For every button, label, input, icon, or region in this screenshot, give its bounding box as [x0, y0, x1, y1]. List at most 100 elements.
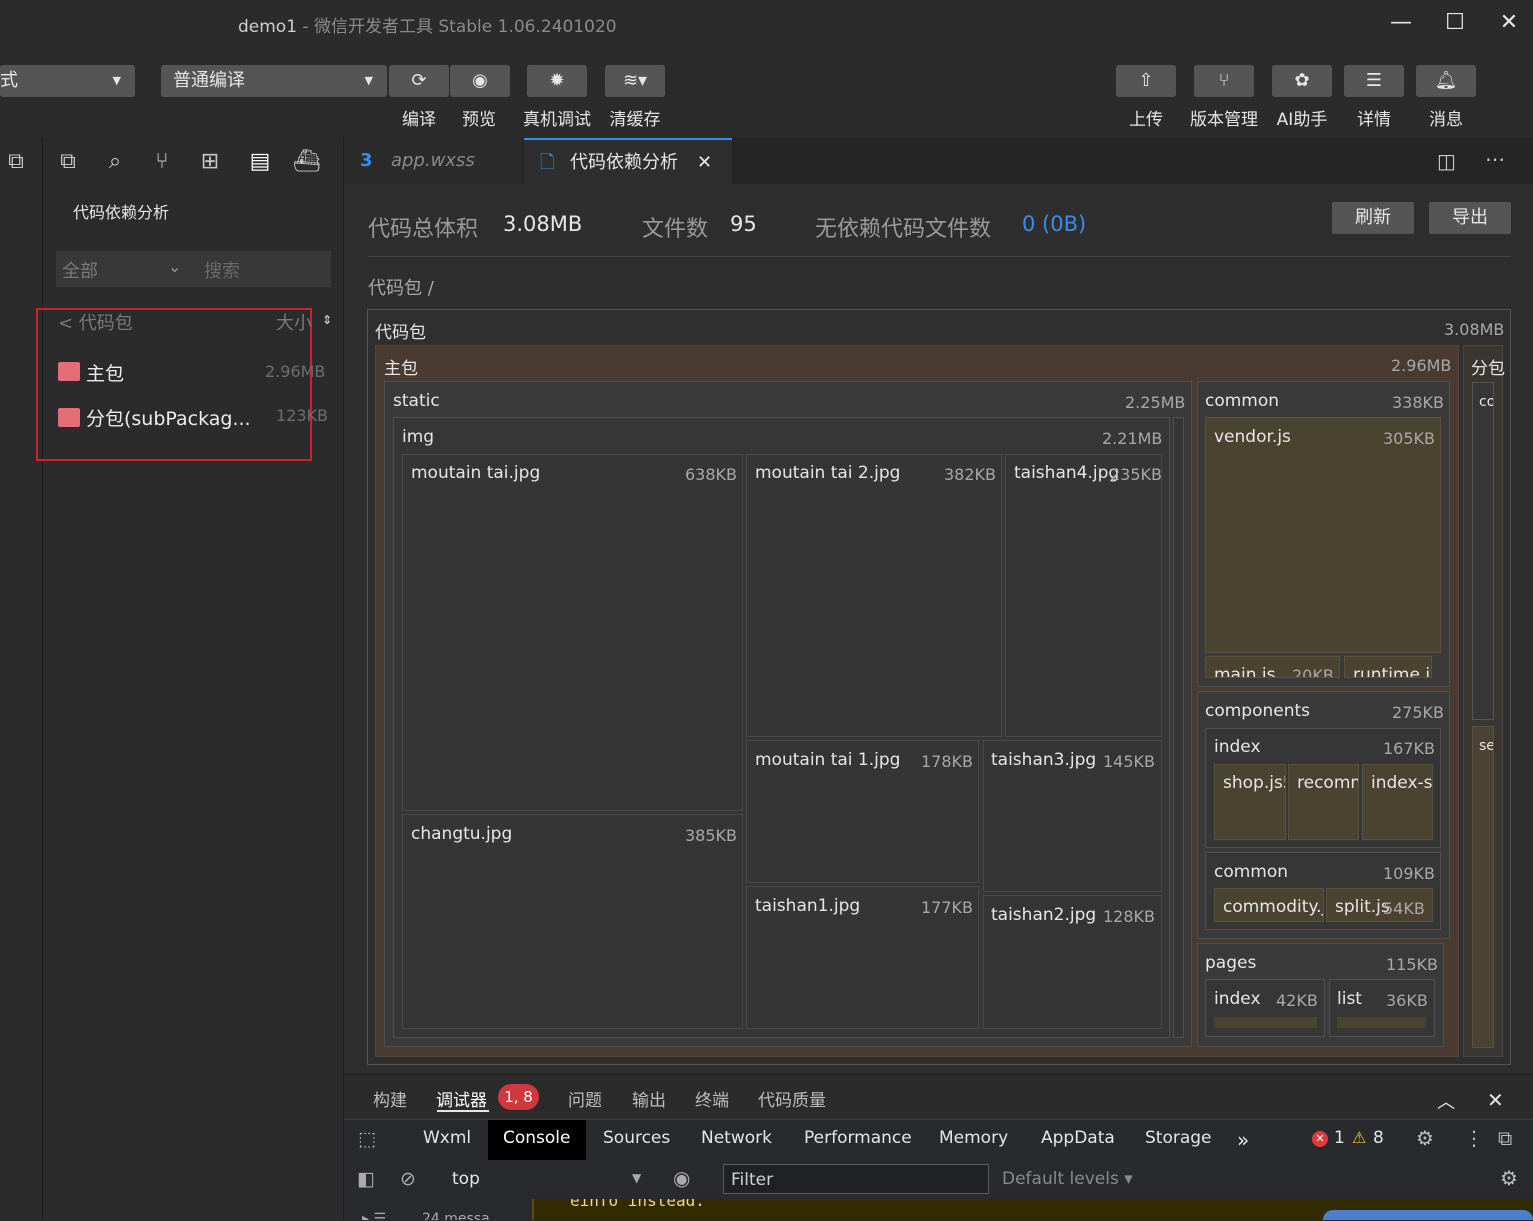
console-settings-icon[interactable]: ⚙	[1500, 1166, 1518, 1190]
upload-label[interactable]: 上传	[1111, 105, 1181, 130]
clear-console-icon[interactable]: ⊘	[400, 1168, 416, 1190]
analysis-icon[interactable]: ▤	[246, 148, 274, 176]
ai-label[interactable]: AI助手	[1267, 105, 1337, 130]
pages-list-size: 36KB	[1386, 991, 1428, 1010]
close-panel-icon[interactable]: ✕	[1487, 1088, 1504, 1112]
export-button[interactable]: 导出	[1429, 202, 1511, 234]
details-button[interactable]: ☰	[1344, 65, 1404, 97]
window-icon[interactable]: ⧉	[2, 148, 30, 176]
messages-label[interactable]: 消息	[1411, 105, 1481, 130]
floating-button[interactable]	[1323, 1210, 1533, 1220]
static-other[interactable]	[1173, 417, 1184, 1038]
file-size: 178KB	[921, 752, 974, 771]
tab-app-wxss[interactable]: 3 app.wxss	[344, 138, 522, 184]
tab-storage[interactable]: Storage	[1145, 1128, 1212, 1148]
chevron-up-icon[interactable]: ︿	[1437, 1088, 1455, 1114]
tab-output[interactable]: 输出	[632, 1086, 666, 1111]
file-moutain-tai[interactable]	[402, 454, 743, 811]
messages-button[interactable]: 🔔︎	[1416, 65, 1476, 97]
files-icon[interactable]: ⧉	[54, 148, 82, 176]
search-icon[interactable]: ⌕	[101, 148, 129, 176]
file-index-sv[interactable]: index-sv	[1362, 764, 1433, 840]
split-editor-icon[interactable]: ◫	[1437, 149, 1456, 173]
list-header-back[interactable]: < 代码包	[58, 309, 133, 335]
clear-cache-button[interactable]: ≋▾	[605, 65, 665, 97]
tab-terminal[interactable]: 终端	[695, 1086, 729, 1111]
tab-wxml[interactable]: Wxml	[423, 1128, 471, 1148]
warning-count[interactable]: 8	[1373, 1128, 1384, 1148]
filter-select[interactable]: 全部	[62, 257, 98, 283]
search-input[interactable]: 搜索	[204, 257, 240, 283]
compile-select[interactable]: 普通编译 ▼	[161, 65, 387, 97]
file-changtu[interactable]	[402, 814, 743, 1029]
tab-appdata[interactable]: AppData	[1041, 1128, 1115, 1148]
tab-network[interactable]: Network	[701, 1128, 772, 1148]
file-runtime-js[interactable]: runtime.js	[1344, 656, 1432, 678]
file-split-js[interactable]: split.js 54KB	[1326, 888, 1433, 922]
remote-debug-label[interactable]: 真机调试	[517, 105, 597, 130]
extensions-icon[interactable]: ⊞	[196, 148, 224, 176]
chevron-down-icon: ▼	[364, 74, 373, 87]
details-label[interactable]: 详情	[1339, 105, 1409, 130]
close-icon[interactable]: ✕	[1494, 8, 1524, 38]
list-item-sub-label[interactable]: 分包(subPackag...	[86, 404, 251, 431]
ai-button[interactable]: ✿	[1272, 65, 1332, 97]
tab-console[interactable]: Console	[503, 1128, 571, 1148]
pages-index-size: 42KB	[1276, 991, 1318, 1010]
context-select[interactable]: top	[452, 1169, 480, 1189]
folder-icon	[58, 362, 80, 381]
file-taishan4[interactable]	[1005, 454, 1162, 737]
inspect-icon[interactable]: ⬚	[358, 1128, 376, 1150]
compile-button[interactable]: ⟳	[389, 65, 449, 97]
tab-problems[interactable]: 问题	[568, 1086, 602, 1111]
file-recomm[interactable]: recomm	[1288, 764, 1359, 840]
sort-icon[interactable]: ⇕	[322, 313, 332, 327]
error-count[interactable]: 1	[1334, 1128, 1345, 1148]
more-tabs-icon[interactable]: »	[1237, 1128, 1249, 1152]
file-main-js[interactable]: main.js 20KB	[1205, 656, 1340, 678]
minimize-icon[interactable]: —	[1386, 8, 1416, 38]
list-header-sort[interactable]: 大小	[276, 309, 312, 335]
preview-label[interactable]: 预览	[444, 105, 514, 130]
git-icon[interactable]: ⑂	[148, 148, 176, 176]
file-vendor-js[interactable]	[1205, 417, 1441, 653]
preview-button[interactable]: ◉	[450, 65, 510, 97]
tab-sources[interactable]: Sources	[603, 1128, 670, 1148]
undock-icon[interactable]: ⧉	[1498, 1126, 1512, 1150]
upload-icon: ⇧	[1138, 70, 1154, 91]
remote-debug-button[interactable]: ✹	[527, 65, 587, 97]
docker-icon[interactable]: ⛴︎	[293, 148, 321, 176]
refresh-button[interactable]: 刷新	[1332, 202, 1414, 234]
tab-memory[interactable]: Memory	[939, 1128, 1008, 1148]
more-icon[interactable]: ⋯	[1485, 147, 1505, 171]
file-shop-js[interactable]: shop.js5	[1214, 764, 1286, 840]
tab-code-quality[interactable]: 代码质量	[758, 1086, 826, 1111]
chevron-down-icon[interactable]: ▼	[632, 1171, 641, 1185]
kebab-icon[interactable]: ⋮	[1464, 1126, 1484, 1150]
nodep-value[interactable]: 0 (0B)	[1022, 212, 1086, 236]
tab-build[interactable]: 构建	[373, 1086, 407, 1111]
clear-cache-label[interactable]: 清缓存	[600, 105, 670, 130]
levels-select[interactable]: Default levels ▾	[1002, 1169, 1133, 1189]
tab-close-icon[interactable]: ✕	[697, 140, 712, 186]
breadcrumb[interactable]: 代码包 /	[368, 274, 434, 300]
version-button[interactable]: ⑂	[1194, 65, 1254, 97]
eye-icon[interactable]: ◉	[673, 1166, 690, 1190]
sidebar-toggle-icon[interactable]: ◧	[357, 1168, 375, 1190]
file-moutain-tai-2[interactable]	[746, 454, 1002, 737]
file-commodity-js[interactable]: commodity.j	[1214, 888, 1324, 922]
tab-performance[interactable]: Performance	[804, 1128, 912, 1148]
upload-button[interactable]: ⇧	[1116, 65, 1176, 97]
gear-icon[interactable]: ⚙	[1416, 1126, 1434, 1150]
tab-debugger[interactable]: 调试器	[436, 1086, 487, 1111]
chevron-down-icon[interactable]: ⌄	[168, 257, 181, 276]
version-label[interactable]: 版本管理	[1184, 105, 1264, 130]
mode-select[interactable]: 式 ▼	[0, 65, 135, 97]
sub-common[interactable]	[1472, 382, 1494, 720]
list-item-main-label[interactable]: 主包	[86, 359, 124, 386]
file-size: 235KB	[1110, 465, 1163, 484]
common-label: common	[1205, 391, 1280, 411]
tab-dependency-analysis[interactable]: 🗋︎ 代码依赖分析 ✕	[524, 138, 732, 184]
sub-pages[interactable]	[1472, 726, 1494, 1048]
maximize-icon[interactable]: ☐	[1440, 8, 1470, 38]
